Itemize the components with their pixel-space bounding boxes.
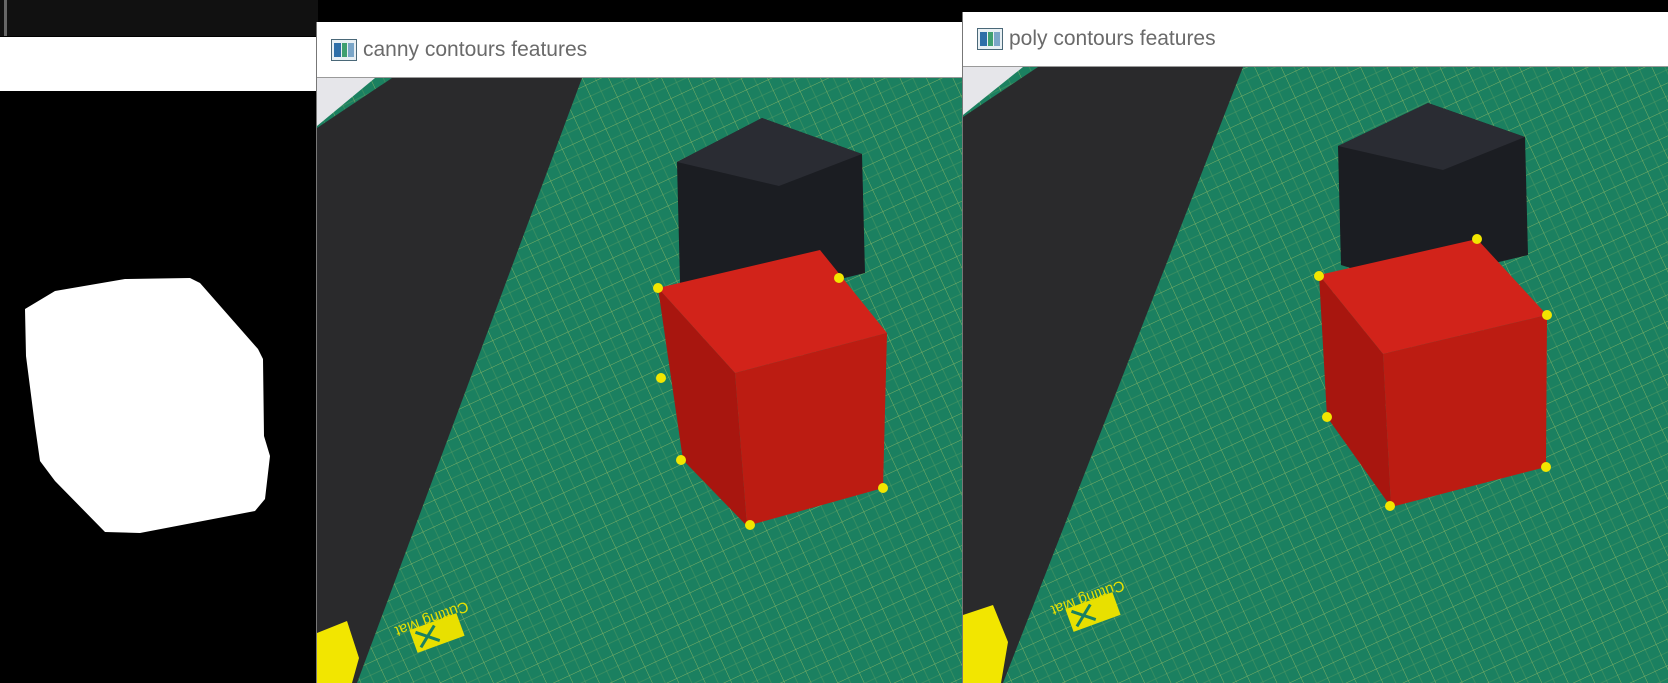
canny-titlebar[interactable]: canny contours features [317,22,965,78]
feature-point [1385,501,1395,511]
feature-point [1314,271,1324,281]
feature-point [656,373,666,383]
feature-point [878,483,888,493]
feature-point [1542,310,1552,320]
feature-point [653,283,663,293]
feature-point [1541,462,1551,472]
app-icon [977,28,1003,50]
window-top-edge [0,0,318,36]
feature-point [676,455,686,465]
feature-point [1472,234,1482,244]
app-icon [331,38,357,61]
poly-window-title: poly contours features [1009,27,1216,50]
feature-point [1322,412,1332,422]
mask-titlebar[interactable] [0,37,318,91]
feature-point [834,273,844,283]
poly-image: Cutting Mat [963,67,1668,683]
canny-image: Cutting Mat [317,78,965,683]
canny-window: canny contours features Cutting Mat [316,22,965,683]
canny-window-title: canny contours features [363,37,588,61]
poly-titlebar[interactable]: poly contours features [963,12,1668,67]
mask-window [0,0,318,683]
feature-point [745,520,755,530]
mask-cube-blob [25,278,270,533]
poly-window: poly contours features Cutting Mat [962,12,1668,683]
mask-image [0,91,318,683]
